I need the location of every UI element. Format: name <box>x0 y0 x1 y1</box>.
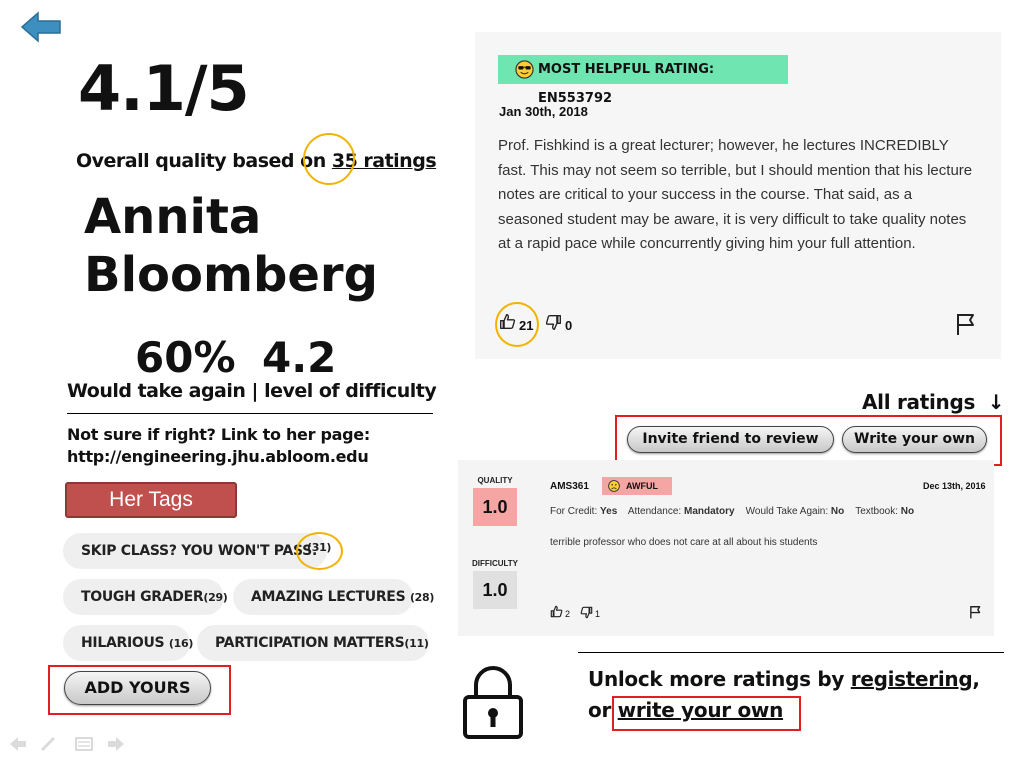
tag-amazing-lectures[interactable]: AMAZING LECTURES (28) <box>233 579 434 615</box>
sad-face-icon <box>608 480 620 492</box>
flag-icon[interactable] <box>955 312 977 336</box>
rating-meta: For Credit: Yes Attendance: Mandatory Wo… <box>550 506 915 517</box>
all-ratings-label: All ratings ↓ <box>862 390 1005 414</box>
add-yours-button[interactable]: ADD YOURS <box>64 671 211 705</box>
tag-skip-class[interactable]: SKIP CLASS? YOU WON'T PASS. <box>63 533 327 569</box>
page-link-info: Not sure if right? Link to her page: htt… <box>67 425 370 468</box>
flag-icon[interactable] <box>969 605 982 619</box>
tags-header: Her Tags <box>65 482 237 518</box>
overall-score: 4.1/5 <box>78 52 250 125</box>
difficulty-score: 1.0 <box>473 571 517 609</box>
highlight-box <box>612 696 801 731</box>
rating-date: Dec 13th, 2016 <box>923 481 986 491</box>
back-arrow-icon[interactable] <box>20 10 62 44</box>
register-link[interactable]: registering <box>851 667 973 691</box>
review-text: Prof. Fishkind is a great lecturer; howe… <box>498 137 973 252</box>
highlight-circle <box>303 133 355 185</box>
thumbs-down-icon[interactable] <box>580 606 593 619</box>
highlight-circle <box>296 532 343 570</box>
most-helpful-badge: MOST HELPFUL RATING: EN553792 <box>498 55 788 106</box>
tag-hilarious[interactable]: HILARIOUS (16) <box>63 625 193 661</box>
professor-page-link[interactable]: http://engineering.jhu.abloom.edu <box>67 446 370 468</box>
thumbs-down-icon[interactable] <box>545 314 562 331</box>
rating-card <box>458 460 994 636</box>
tag-participation-matters[interactable]: PARTICIPATION MATTERS(11) <box>197 625 429 661</box>
take-again-percent: 60% <box>135 333 236 382</box>
professor-name: Annita Bloomberg <box>84 189 378 303</box>
thumbs-up-icon[interactable] <box>550 605 563 618</box>
tag-tough-grader[interactable]: TOUGH GRADER(29) <box>63 579 228 615</box>
thumbs-down-count: 0 <box>565 318 573 333</box>
rating-comment: terrible professor who does not care at … <box>550 537 818 548</box>
stats-label: Would take again | level of difficulty <box>67 380 437 402</box>
cool-face-icon <box>515 60 534 79</box>
invite-friend-button[interactable]: Invite friend to review <box>627 426 834 453</box>
difficulty-level: 4.2 <box>262 333 337 382</box>
review-date: Jan 30th, 2018 <box>499 104 588 119</box>
quality-label: QUALITY <box>477 476 513 485</box>
highlight-circle <box>495 302 539 347</box>
lock-icon <box>463 666 523 739</box>
difficulty-label: DIFFICULTY <box>471 559 519 568</box>
overall-quality-text: Overall quality based on 35 ratings <box>76 150 437 172</box>
slide-nav-icons[interactable] <box>8 734 128 754</box>
down-arrow-icon: ↓ <box>987 390 1005 414</box>
write-your-own-button[interactable]: Write your own <box>842 426 987 453</box>
quality-score: 1.0 <box>473 488 517 526</box>
divider <box>67 413 433 414</box>
thumbs-up-count: 2 <box>565 609 571 619</box>
course-code: AMS361 <box>550 481 589 492</box>
divider <box>578 652 1004 653</box>
thumbs-down-count: 1 <box>595 609 601 619</box>
